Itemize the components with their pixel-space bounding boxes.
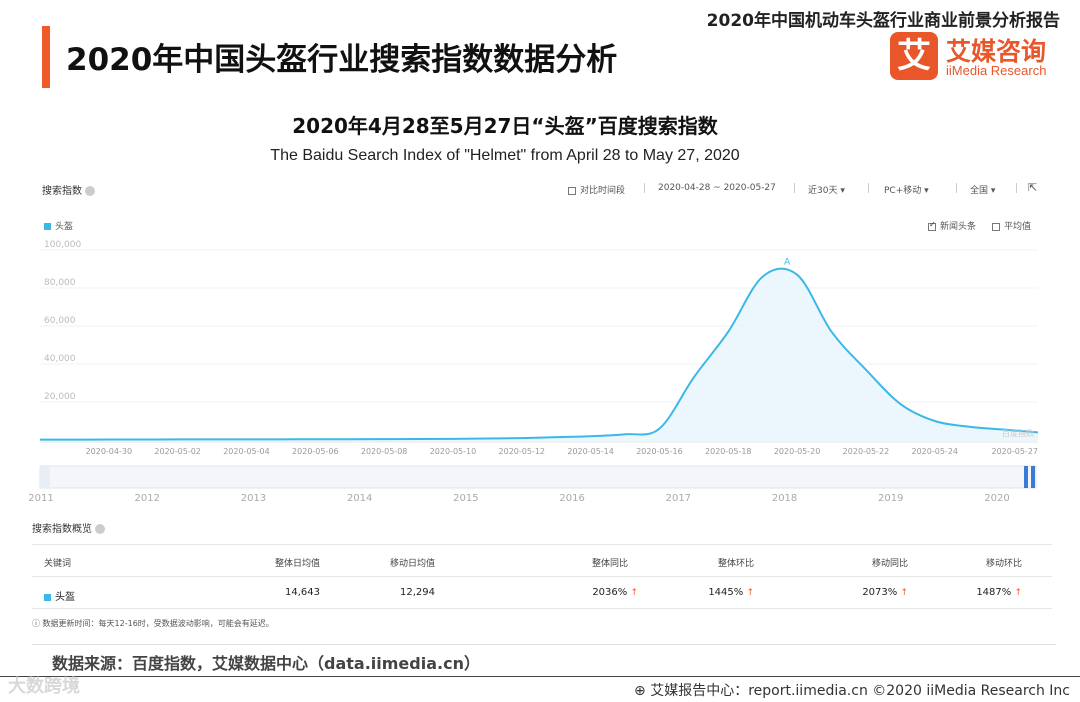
header-overall-avg: 整体日均值 — [274, 559, 320, 569]
y-tick-label: 20,000 — [44, 392, 76, 402]
table-row: 头盔 — [44, 588, 75, 603]
header-mobile-mom: 移动环比 — [985, 559, 1022, 569]
x-tick-label: 2020-05-08 — [361, 447, 408, 456]
timeline-navigator — [39, 465, 1037, 489]
timeline-year-label: 2016 — [559, 493, 584, 504]
data-source: 数据来源：百度指数，艾媒数据中心（data.iimedia.cn） — [52, 654, 480, 673]
x-tick-label: 2020-05-04 — [223, 447, 270, 456]
row-overall-avg: 14,643 — [285, 587, 320, 598]
help-icon[interactable] — [95, 524, 105, 534]
up-arrow-icon: ↑ — [900, 588, 908, 598]
timeline-handle-right — [1031, 466, 1035, 488]
timeline-year-label: 2017 — [666, 493, 691, 504]
x-tick-label: 2020-05-16 — [636, 447, 683, 456]
footer: ⊕ 艾媒报告中心：report.iimedia.cn ©2020 iiMedia… — [634, 680, 1070, 700]
timeline-year-label: 2012 — [134, 493, 159, 504]
x-tick-label: 2020-05-20 — [774, 447, 821, 456]
timeline-year-label: 2013 — [241, 493, 266, 504]
x-tick-label: 2020-05-06 — [292, 447, 339, 456]
header-keyword: 关键词 — [44, 559, 72, 569]
row-overall-yoy: 2036% ↑ — [592, 587, 638, 598]
table-title: 搜索指数概览 — [32, 520, 105, 535]
table-note: ⓘ 数据更新时间：每天12-16时，受数据波动影响，可能会有延迟。 — [32, 618, 274, 629]
y-axis: 20,000 40,000 60,000 80,000 100,000 — [44, 240, 81, 402]
y-tick-label: 80,000 — [44, 278, 76, 288]
mobile-mom-value: 1487% — [976, 587, 1012, 598]
overall-mom-value: 1445% — [708, 587, 744, 598]
row-mobile-avg: 12,294 — [400, 587, 435, 598]
panel-bottom-border — [32, 644, 1056, 645]
timeline-year-label: 2019 — [878, 493, 903, 504]
x-axis: 2020-04-30 2020-05-02 2020-05-04 2020-05-06… — [86, 447, 1038, 456]
header-mobile-yoy: 移动同比 — [871, 559, 908, 569]
timeline-left-handle — [40, 466, 50, 488]
info-icon: ⓘ — [32, 619, 40, 628]
search-index-chart: 20,000 40,000 60,000 80,000 100,000 A 百度指数 2… — [28, 240, 1039, 504]
x-tick-label: 2020-05-24 — [912, 447, 959, 456]
table-header-divider-top — [32, 544, 1052, 545]
globe-icon: ⊕ — [634, 683, 646, 699]
y-tick-label: 100,000 — [44, 240, 81, 250]
x-tick-label: 2020-05-27 — [992, 447, 1039, 456]
row-swatch — [44, 593, 51, 601]
series-area — [40, 268, 1038, 442]
x-tick-label: 2020-05-18 — [705, 447, 752, 456]
table-divider — [32, 576, 1052, 577]
row-keyword: 头盔 — [55, 592, 75, 603]
y-tick-label: 40,000 — [44, 354, 76, 364]
timeline-years: 2011 2012 2013 2014 2015 2016 2017 2018 2019 2020 — [28, 493, 1009, 504]
timeline-year-label: 2014 — [347, 493, 372, 504]
row-mobile-yoy: 2073% ↑ — [862, 587, 908, 598]
x-tick-label: 2020-05-14 — [567, 447, 614, 456]
table-note-text: 数据更新时间：每天12-16时，受数据波动影响，可能会有延迟。 — [42, 619, 274, 628]
peak-marker: A — [784, 258, 791, 268]
x-tick-label: 2020-05-10 — [430, 447, 477, 456]
overall-yoy-value: 2036% — [592, 587, 628, 598]
x-tick-label: 2020-05-22 — [843, 447, 890, 456]
x-tick-label: 2020-04-30 — [86, 447, 133, 456]
row-overall-mom: 1445% ↑ — [708, 587, 754, 598]
row-mobile-mom: 1487% ↑ — [976, 587, 1022, 598]
watermark: 大数跨境 — [8, 676, 80, 697]
footer-text: 艾媒报告中心：report.iimedia.cn ©2020 iiMedia R… — [650, 683, 1070, 699]
timeline-year-label: 2018 — [772, 493, 797, 504]
header-overall-mom: 整体环比 — [717, 559, 754, 569]
up-arrow-icon: ↑ — [746, 588, 754, 598]
x-tick-label: 2020-05-02 — [154, 447, 201, 456]
up-arrow-icon: ↑ — [1014, 588, 1022, 598]
timeline-year-label: 2020 — [984, 493, 1009, 504]
up-arrow-icon: ↑ — [630, 588, 638, 598]
footer-divider — [0, 676, 1080, 677]
timeline-handle-left — [1024, 466, 1028, 488]
x-tick-label: 2020-05-12 — [499, 447, 546, 456]
chart-watermark: 百度指数 — [1002, 428, 1034, 438]
timeline-year-label: 2011 — [28, 493, 53, 504]
header-overall-yoy: 整体同比 — [591, 559, 628, 569]
timeline-year-label: 2015 — [453, 493, 478, 504]
mobile-yoy-value: 2073% — [862, 587, 898, 598]
table-title-label: 搜索指数概览 — [32, 524, 92, 535]
y-tick-label: 60,000 — [44, 316, 76, 326]
table-divider — [32, 608, 1052, 609]
header-mobile-avg: 移动日均值 — [389, 559, 435, 569]
